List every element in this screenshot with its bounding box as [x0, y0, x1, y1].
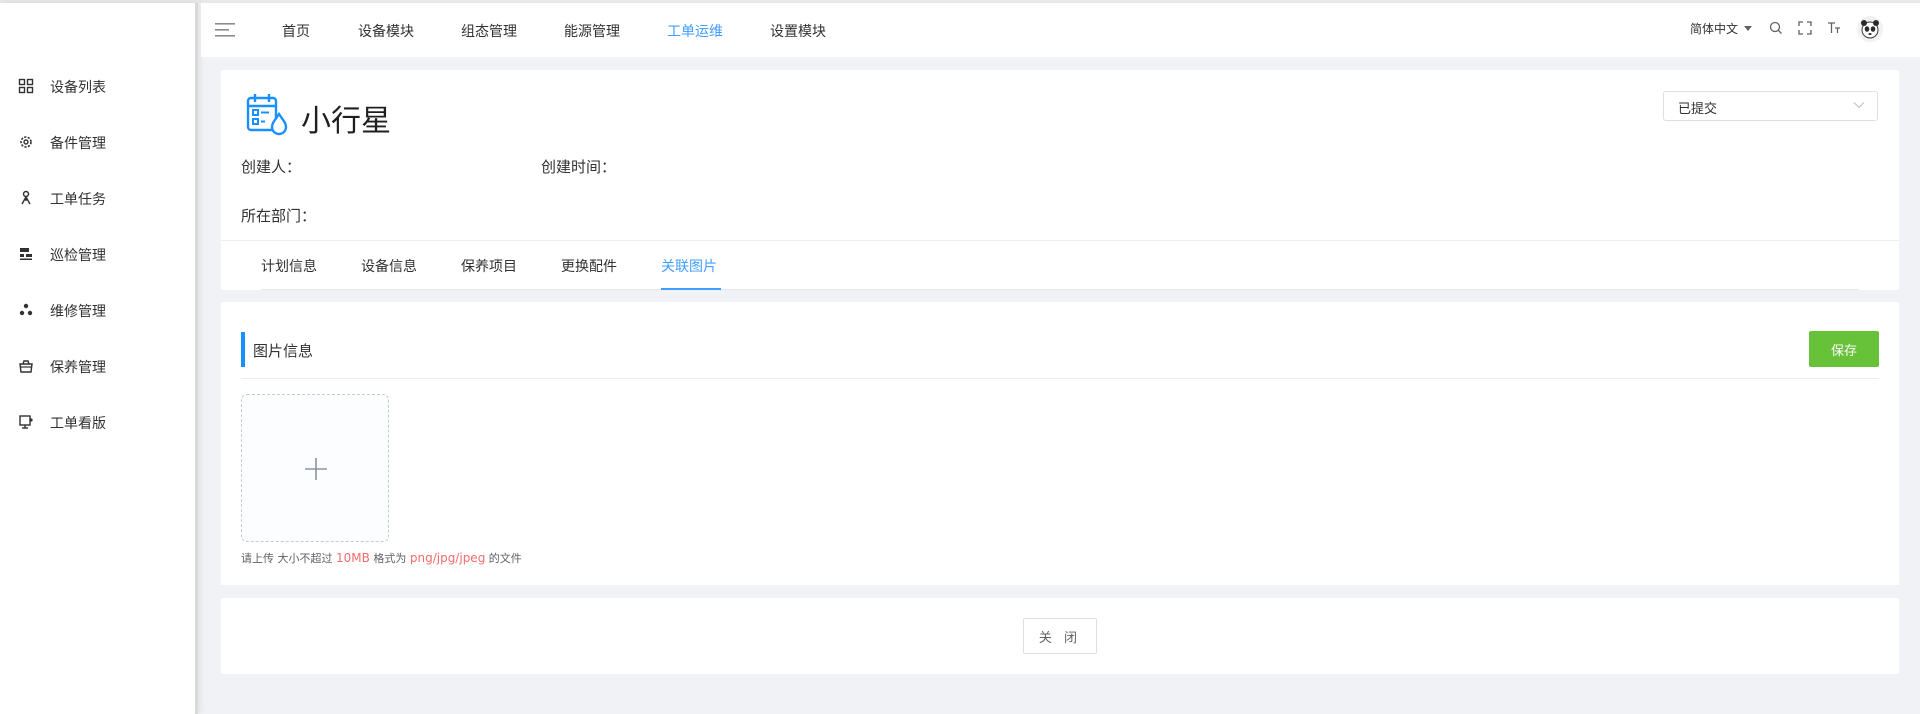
fullscreen-icon[interactable] — [1797, 20, 1813, 36]
sidebar-item-repair[interactable]: 维修管理 — [0, 290, 198, 330]
image-upload-dropzone[interactable] — [241, 394, 389, 542]
gear-icon — [20, 136, 32, 148]
close-button[interactable]: 关 闭 — [1023, 618, 1097, 654]
status-value: 已提交 — [1678, 102, 1718, 117]
search-icon[interactable] — [1768, 20, 1784, 36]
upload-tip-formats: png/jpg/jpeg — [409, 551, 486, 565]
department-label: 所在部门： — [241, 207, 317, 225]
sidebar-item-label: 工单任务 — [50, 192, 106, 208]
nav-energy[interactable]: 能源管理 — [564, 21, 620, 41]
sidebar-item-label: 工单看版 — [50, 416, 106, 432]
section-accent-bar — [241, 332, 245, 367]
tab-plan-info[interactable]: 计划信息 — [261, 256, 317, 276]
image-info-panel: 图片信息 保存 请上传 大小不超过 10MB 格式为 png/jpg/jpeg … — [221, 302, 1899, 585]
tab-replace-parts[interactable]: 更换配件 — [561, 256, 617, 276]
cluster-icon — [19, 303, 33, 316]
font-size-icon[interactable] — [1826, 20, 1842, 36]
sidebar-item-label: 巡检管理 — [50, 248, 106, 264]
plus-icon — [305, 458, 327, 480]
tab-device-info[interactable]: 设备信息 — [361, 256, 417, 276]
sidebar-item-work-orders[interactable]: 工单任务 — [0, 178, 198, 218]
sidebar-item-spare-parts[interactable]: 备件管理 — [0, 122, 198, 162]
save-button[interactable]: 保存 — [1809, 331, 1879, 367]
language-selector[interactable]: 简体中文 — [1690, 20, 1738, 37]
upload-tip-middle: 格式为 — [369, 552, 410, 565]
sitemap-icon — [20, 248, 32, 260]
top-navbar: 首页 设备模块 组态管理 能源管理 工单运维 设置模块 简体中文 — [201, 3, 1920, 57]
monitor-icon — [19, 415, 33, 429]
divider — [241, 378, 1879, 379]
tab-active-indicator — [661, 288, 721, 290]
caret-down-icon — [1744, 26, 1752, 31]
sidebar-item-dashboard[interactable]: 工单看版 — [0, 402, 198, 442]
sidebar-item-device-list[interactable]: 设备列表 — [0, 66, 198, 106]
avatar-icon — [1857, 16, 1883, 42]
divider — [221, 240, 1899, 241]
upload-tip-prefix: 请上传 大小不超过 — [241, 552, 336, 565]
person-icon — [21, 190, 31, 205]
page-title: 小行星 — [301, 104, 391, 139]
sidebar-item-label: 维修管理 — [50, 304, 106, 320]
sidebar: 设备列表 备件管理 工单任务 巡检管理 维修管理 保养管理 工单看版 — [0, 3, 198, 714]
work-order-header-panel: 小行星 创建人： 创建时间： 所在部门： 已提交 计划信息 设备信息 保养项目 … — [221, 70, 1899, 290]
maintenance-calendar-icon — [246, 94, 288, 136]
sidebar-item-maintenance[interactable]: 保养管理 — [0, 346, 198, 386]
nav-device-module[interactable]: 设备模块 — [358, 21, 414, 41]
tab-related-images[interactable]: 关联图片 — [661, 256, 717, 276]
created-time-label: 创建时间： — [541, 158, 617, 176]
tab-maintenance-items[interactable]: 保养项目 — [461, 256, 517, 276]
chevron-down-icon — [1853, 102, 1865, 109]
status-select[interactable]: 已提交 — [1663, 91, 1878, 121]
upload-tip-suffix: 的文件 — [485, 552, 522, 565]
creator-label: 创建人： — [241, 158, 302, 176]
menu-fold-icon[interactable] — [215, 22, 235, 38]
nav-settings-module[interactable]: 设置模块 — [770, 21, 826, 41]
user-avatar[interactable] — [1857, 16, 1883, 42]
sidebar-item-label: 备件管理 — [50, 136, 106, 152]
nav-work-order-ops[interactable]: 工单运维 — [667, 21, 723, 41]
sidebar-item-inspection[interactable]: 巡检管理 — [0, 234, 198, 274]
upload-tip-size: 10MB — [336, 551, 370, 565]
nav-scada[interactable]: 组态管理 — [461, 21, 517, 41]
tabs-baseline — [261, 289, 1859, 290]
footer-panel: 关 闭 — [221, 598, 1899, 674]
grid-icon — [18, 78, 34, 94]
nav-home[interactable]: 首页 — [282, 21, 310, 41]
sidebar-item-label: 设备列表 — [50, 80, 106, 96]
upload-tip: 请上传 大小不超过 10MB 格式为 png/jpg/jpeg 的文件 — [241, 550, 522, 566]
sidebar-item-label: 保养管理 — [50, 360, 106, 376]
section-title: 图片信息 — [253, 342, 314, 360]
toolbox-icon — [19, 360, 33, 373]
